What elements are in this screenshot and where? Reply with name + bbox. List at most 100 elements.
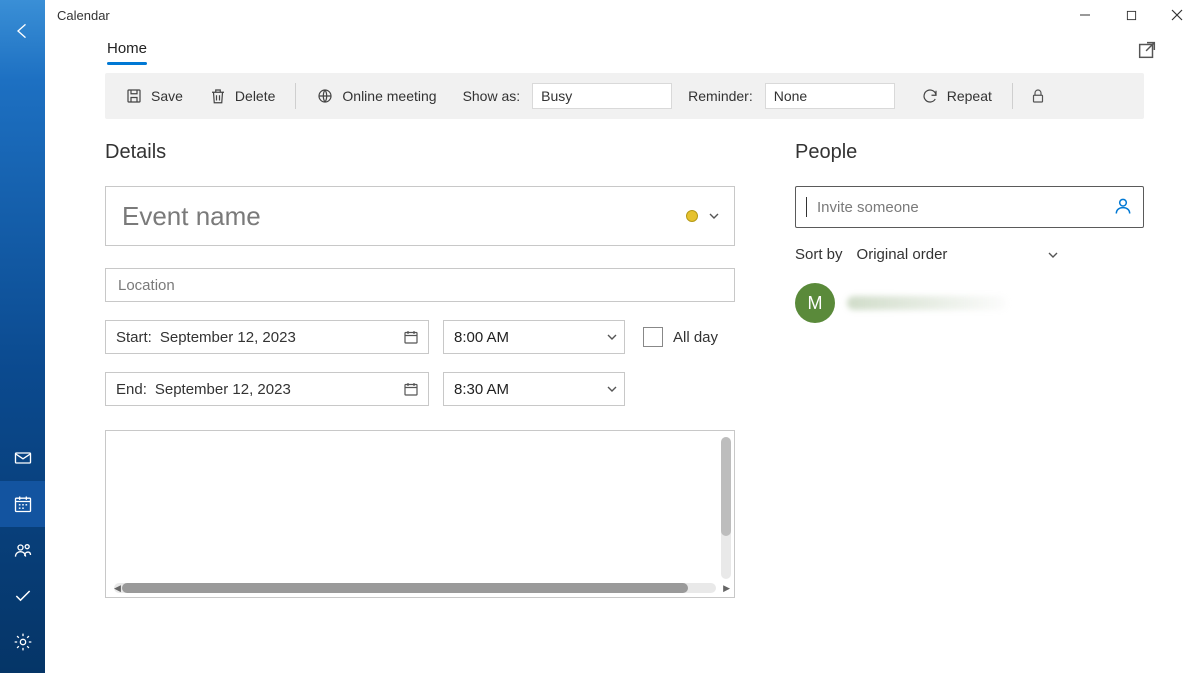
chevron-down-icon bbox=[708, 210, 720, 222]
calendar-picker-icon bbox=[402, 328, 420, 346]
scroll-right-arrow-icon: ▶ bbox=[723, 583, 730, 594]
save-icon bbox=[125, 87, 143, 105]
sort-by-label: Sort by bbox=[795, 246, 843, 263]
description-field[interactable]: ◀ ▶ bbox=[105, 430, 735, 598]
online-meeting-button[interactable]: Online meeting bbox=[306, 81, 446, 111]
all-day-label: All day bbox=[673, 329, 718, 346]
end-date-label: End: bbox=[116, 381, 147, 398]
tab-underline bbox=[107, 62, 147, 65]
start-time-value: 8:00 AM bbox=[454, 329, 606, 346]
category-dropdown-button[interactable] bbox=[708, 210, 720, 222]
popout-button[interactable] bbox=[1132, 35, 1162, 65]
location-field[interactable] bbox=[105, 268, 735, 302]
sidebar-item-people[interactable] bbox=[0, 527, 45, 573]
save-label: Save bbox=[151, 88, 183, 104]
popout-icon bbox=[1136, 39, 1158, 61]
sidebar-item-settings[interactable] bbox=[0, 619, 45, 665]
back-button[interactable] bbox=[0, 8, 45, 54]
title-bar: Calendar bbox=[45, 0, 1200, 30]
start-date-picker[interactable]: Start: September 12, 2023 bbox=[105, 320, 429, 354]
calendar-icon bbox=[13, 494, 33, 514]
people-title: People bbox=[795, 141, 1144, 164]
people-section: People Sort by Original order bbox=[795, 141, 1144, 673]
toolbar: Save Delete Online meeting Show as: Busy… bbox=[105, 73, 1144, 119]
contacts-button[interactable] bbox=[1113, 196, 1133, 219]
horizontal-scrollbar[interactable]: ◀ ▶ bbox=[114, 583, 716, 593]
chevron-down-icon bbox=[606, 331, 618, 343]
scrollbar-thumb[interactable] bbox=[721, 437, 731, 536]
description-textarea[interactable] bbox=[114, 437, 716, 579]
window-close-button[interactable] bbox=[1154, 0, 1200, 30]
chevron-down-icon bbox=[1047, 249, 1059, 261]
repeat-button[interactable]: Repeat bbox=[911, 81, 1002, 111]
sort-by-select[interactable]: Original order bbox=[857, 246, 1060, 263]
tab-home-label: Home bbox=[107, 40, 147, 57]
scrollbar-thumb[interactable] bbox=[122, 583, 688, 593]
details-section: Details Start: September 12, 2023 bbox=[105, 141, 735, 673]
sort-by-value: Original order bbox=[857, 246, 948, 263]
online-meeting-label: Online meeting bbox=[342, 88, 436, 104]
end-time-value: 8:30 AM bbox=[454, 381, 606, 398]
private-button[interactable] bbox=[1023, 81, 1053, 111]
close-icon bbox=[1171, 9, 1183, 21]
mail-icon bbox=[13, 448, 33, 468]
start-date-label: Start: bbox=[116, 329, 152, 346]
category-dot-icon bbox=[686, 210, 698, 222]
lock-icon bbox=[1029, 87, 1047, 105]
show-as-select[interactable]: Busy bbox=[532, 83, 672, 109]
all-day-checkbox[interactable] bbox=[643, 327, 663, 347]
start-time-picker[interactable]: 8:00 AM bbox=[443, 320, 625, 354]
chevron-down-icon bbox=[606, 383, 618, 395]
end-date-picker[interactable]: End: September 12, 2023 bbox=[105, 372, 429, 406]
scroll-left-arrow-icon: ◀ bbox=[114, 583, 121, 594]
event-name-input[interactable] bbox=[120, 200, 676, 233]
details-title: Details bbox=[105, 141, 735, 164]
repeat-label: Repeat bbox=[947, 88, 992, 104]
window-maximize-button[interactable] bbox=[1108, 0, 1154, 30]
maximize-icon bbox=[1126, 10, 1137, 21]
arrow-left-icon bbox=[13, 21, 33, 41]
window-title: Calendar bbox=[57, 8, 110, 23]
repeat-icon bbox=[921, 87, 939, 105]
separator bbox=[295, 83, 296, 109]
invite-field[interactable] bbox=[795, 186, 1144, 228]
delete-button[interactable]: Delete bbox=[199, 81, 285, 111]
tab-home[interactable]: Home bbox=[105, 34, 149, 65]
window-minimize-button[interactable] bbox=[1062, 0, 1108, 30]
avatar: M bbox=[795, 283, 835, 323]
sidebar-item-mail[interactable] bbox=[0, 435, 45, 481]
delete-label: Delete bbox=[235, 88, 275, 104]
globe-icon bbox=[316, 87, 334, 105]
start-date-value: September 12, 2023 bbox=[160, 329, 394, 346]
location-input[interactable] bbox=[116, 276, 724, 295]
tab-bar: Home bbox=[45, 30, 1200, 65]
people-icon bbox=[13, 540, 33, 560]
event-name-field[interactable] bbox=[105, 186, 735, 246]
invite-input[interactable] bbox=[815, 198, 1105, 217]
text-cursor-icon bbox=[806, 197, 807, 217]
sidebar-item-calendar[interactable] bbox=[0, 481, 45, 527]
check-icon bbox=[13, 586, 33, 606]
attendee-item[interactable]: M bbox=[795, 283, 1144, 323]
end-date-value: September 12, 2023 bbox=[155, 381, 394, 398]
separator bbox=[1012, 83, 1013, 109]
calendar-picker-icon bbox=[402, 380, 420, 398]
save-button[interactable]: Save bbox=[115, 81, 193, 111]
reminder-label: Reminder: bbox=[688, 88, 753, 104]
reminder-select[interactable]: None bbox=[765, 83, 895, 109]
calendar-icon bbox=[402, 380, 420, 398]
vertical-scrollbar[interactable] bbox=[721, 437, 731, 579]
show-as-value: Busy bbox=[541, 88, 572, 104]
calendar-icon bbox=[402, 328, 420, 346]
minimize-icon bbox=[1079, 9, 1091, 21]
show-as-label: Show as: bbox=[463, 88, 521, 104]
sidebar-item-todo[interactable] bbox=[0, 573, 45, 619]
avatar-initial: M bbox=[808, 293, 823, 314]
trash-icon bbox=[209, 87, 227, 105]
reminder-value: None bbox=[774, 88, 807, 104]
person-icon bbox=[1113, 196, 1133, 216]
gear-icon bbox=[13, 632, 33, 652]
app-sidebar bbox=[0, 0, 45, 673]
attendee-name bbox=[847, 296, 1007, 310]
end-time-picker[interactable]: 8:30 AM bbox=[443, 372, 625, 406]
